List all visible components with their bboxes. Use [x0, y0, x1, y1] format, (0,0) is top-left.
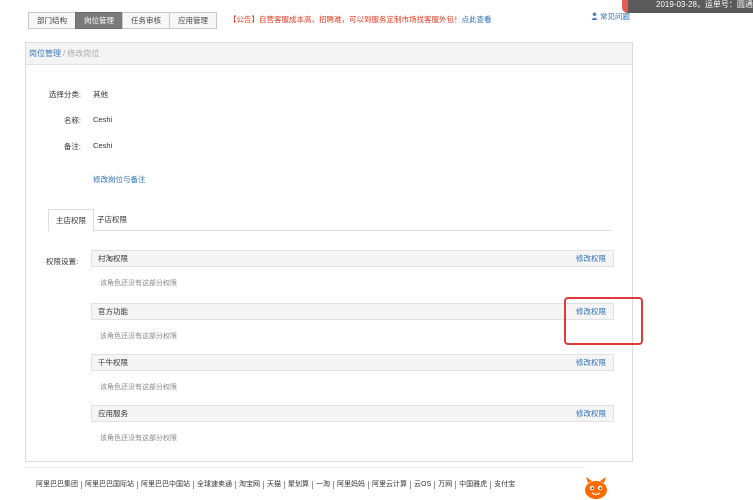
- tab-main-store-permissions[interactable]: 主店权限: [48, 209, 94, 232]
- footer-link[interactable]: 全球速卖通: [194, 481, 236, 489]
- category-value: 其他: [93, 90, 108, 99]
- help-link[interactable]: 常见问题: [591, 11, 630, 23]
- permission-group-title: 官方功能: [98, 307, 128, 316]
- footer-link[interactable]: 淘宝网: [236, 481, 264, 489]
- footer-link[interactable]: 阿里巴巴国际站: [82, 481, 138, 489]
- footer-link[interactable]: 万网: [435, 481, 457, 489]
- notification-toast[interactable]: 2019-03-28，运单号：圆通: [622, 0, 753, 13]
- footer-link[interactable]: 阿里云计算: [369, 481, 411, 489]
- footer-link[interactable]: 阿里巴巴中国站: [138, 481, 194, 489]
- announcement-link[interactable]: 点此查看: [462, 15, 492, 24]
- tab-position-management[interactable]: 岗位管理: [75, 12, 123, 29]
- edit-permission-button[interactable]: 修改权限: [576, 406, 606, 421]
- footer-link[interactable]: 阿里巴巴集团: [36, 481, 82, 489]
- permission-group: 官方功能 修改权限 该角色还没有这部分权限: [91, 303, 614, 341]
- footer-link[interactable]: 一淘: [313, 481, 334, 489]
- footer-divider: [25, 467, 585, 468]
- mascot-logo-icon: [585, 477, 607, 499]
- footer-link[interactable]: 支付宝: [491, 481, 518, 489]
- permission-group-header: 应用服务 修改权限: [91, 405, 614, 422]
- tab-task-review[interactable]: 任务审核: [122, 12, 170, 29]
- permission-group-header: 千牛权限 修改权限: [91, 354, 614, 371]
- permission-empty-text: 该角色还没有这部分权限: [100, 435, 177, 442]
- edit-position-remark-link[interactable]: 修改岗位与备注: [93, 174, 146, 185]
- notification-text: 2019-03-28，运单号：圆通: [656, 0, 753, 9]
- footer-link[interactable]: 中国雅虎: [456, 481, 492, 489]
- footer-links: 阿里巴巴集团 阿里巴巴国际站 阿里巴巴中国站 全球速卖通 淘宝网 天猫 聚划算 …: [36, 481, 518, 489]
- permission-group: 千牛权限 修改权限 该角色还没有这部分权限: [91, 354, 614, 392]
- tab-app-management[interactable]: 应用管理: [169, 12, 217, 29]
- permission-scope-tabs: 主店权限 子店权限: [48, 209, 612, 232]
- tab-department[interactable]: 部门结构: [28, 12, 76, 29]
- permission-group: 应用服务 修改权限 该角色还没有这部分权限: [91, 405, 614, 443]
- position-edit-panel: 岗位管理 / 修改岗位 选择分类: 其他 名称: Ceshi 备注: Ceshi 修…: [25, 42, 633, 462]
- permission-group: 村淘权限 修改权限 该角色还没有这部分权限: [91, 250, 614, 288]
- permission-group-title: 千牛权限: [98, 358, 128, 367]
- permission-empty-text: 该角色还没有这部分权限: [100, 384, 177, 391]
- breadcrumb-position-management[interactable]: 岗位管理: [29, 49, 61, 58]
- permission-group-title: 村淘权限: [98, 254, 128, 263]
- help-label: 常见问题: [600, 12, 630, 21]
- breadcrumb-separator: /: [63, 49, 66, 58]
- announcement: 【公告】自营客服成本高，招聘难，可以到服务定制市场找客服外包！点此查看: [229, 13, 492, 27]
- user-help-icon: [591, 12, 598, 20]
- name-value: Ceshi: [93, 115, 113, 124]
- permission-group-header: 村淘权限 修改权限: [91, 250, 614, 267]
- footer-link[interactable]: 云OS: [411, 481, 436, 489]
- highlight-annotation-box: [564, 297, 643, 345]
- permission-group-header: 官方功能 修改权限: [91, 303, 614, 320]
- remark-label: 备注:: [63, 142, 81, 151]
- edit-permission-button[interactable]: 修改权限: [576, 251, 606, 266]
- announcement-text: 【公告】自营客服成本高，招聘难，可以到服务定制市场找客服外包！: [229, 15, 462, 24]
- remark-value: Ceshi: [93, 141, 113, 150]
- top-nav-tabs: 部门结构 岗位管理 任务审核 应用管理: [28, 12, 217, 29]
- permission-group-title: 应用服务: [98, 409, 128, 418]
- breadcrumb: 岗位管理 / 修改岗位: [26, 43, 632, 65]
- category-label: 选择分类:: [48, 90, 81, 99]
- footer-link[interactable]: 聚划算: [285, 481, 313, 489]
- permission-empty-text: 该角色还没有这部分权限: [100, 333, 177, 340]
- permission-empty-text: 该角色还没有这部分权限: [100, 280, 177, 287]
- footer-link[interactable]: 阿里妈妈: [334, 481, 369, 489]
- permission-settings-label: 权限设置:: [46, 257, 79, 266]
- footer-link[interactable]: 天猫: [264, 481, 285, 489]
- breadcrumb-current: 修改岗位: [67, 49, 100, 58]
- name-label: 名称:: [63, 116, 81, 125]
- tab-sub-store-permissions[interactable]: 子店权限: [90, 209, 134, 232]
- edit-permission-button[interactable]: 修改权限: [576, 355, 606, 370]
